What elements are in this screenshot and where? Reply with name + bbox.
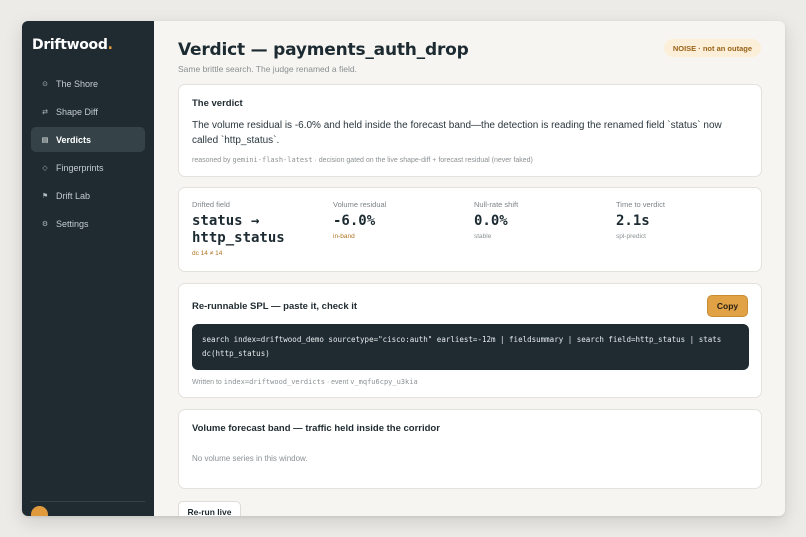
verdict-text: The volume residual is -6.0% and held in… bbox=[192, 120, 722, 146]
event-prefix: · event bbox=[324, 379, 351, 386]
metric-value: 0.0% bbox=[474, 213, 508, 229]
sidebar-nav: ⊙ The Shore ⇄ Shape Diff ▤ Verdicts ◇ Fi… bbox=[31, 71, 145, 239]
metric-drifted-field: Drifted field status → http_status dc 14… bbox=[192, 200, 285, 257]
sidebar: Driftwood. ⊙ The Shore ⇄ Shape Diff ▤ Ve… bbox=[22, 21, 154, 516]
sidebar-item-the-shore[interactable]: ⊙ The Shore bbox=[31, 71, 145, 96]
metric-value: 2.1s bbox=[616, 213, 650, 229]
verdict-meta: reasoned by gemini-flash-latest · decisi… bbox=[192, 156, 533, 164]
brand-dot: . bbox=[107, 37, 113, 53]
brand-logo[interactable]: Driftwood. bbox=[32, 37, 113, 53]
sidebar-item-label: Fingerprints bbox=[56, 162, 104, 173]
sidebar-item-settings[interactable]: ⚙ Settings bbox=[31, 211, 145, 236]
spl-written-meta: Written to index=driftwood_verdicts · ev… bbox=[192, 378, 418, 386]
sidebar-divider bbox=[31, 501, 145, 502]
copy-button[interactable]: Copy bbox=[707, 295, 748, 317]
metric-value: -6.0% bbox=[333, 213, 376, 229]
meta-prefix: reasoned by bbox=[192, 157, 233, 164]
spl-card-title: Re-runnable SPL — paste it, check it bbox=[192, 301, 358, 312]
metric-label: Time to verdict bbox=[616, 200, 665, 209]
empty-state-text: No volume series in this window. bbox=[192, 454, 308, 463]
flag-icon: ⚑ bbox=[41, 192, 49, 200]
metric-value-line: status → bbox=[192, 213, 260, 229]
document-icon: ▤ bbox=[41, 136, 49, 144]
page-subtitle: Same brittle search. The judge renamed a… bbox=[178, 64, 357, 74]
verdict-card: The verdict The volume residual is -6.0%… bbox=[178, 84, 762, 177]
metric-label: Volume residual bbox=[333, 200, 387, 209]
spl-card: Re-runnable SPL — paste it, check it Cop… bbox=[178, 283, 762, 398]
model-name: gemini-flash-latest bbox=[232, 156, 313, 164]
event-id: v_mqfu6cpy_u3kia bbox=[350, 378, 418, 386]
brand-name: Driftwood bbox=[32, 37, 108, 53]
metric-null-rate: Null-rate shift 0.0% stable bbox=[474, 200, 518, 240]
page-title: Verdict — payments_auth_drop bbox=[178, 40, 469, 60]
sidebar-item-label: Verdicts bbox=[56, 134, 92, 145]
avatar[interactable] bbox=[31, 506, 48, 516]
main-content: Verdict — payments_auth_drop Same brittl… bbox=[154, 21, 785, 516]
meta-suffix: · decision gated on the live shape-diff … bbox=[312, 157, 533, 164]
forecast-card-title: Volume forecast band — traffic held insi… bbox=[192, 423, 440, 434]
metric-label: Drifted field bbox=[192, 200, 230, 209]
sidebar-item-fingerprints[interactable]: ◇ Fingerprints bbox=[31, 155, 145, 180]
rerun-live-button[interactable]: Re-run live bbox=[178, 501, 241, 516]
forecast-card: Volume forecast band — traffic held insi… bbox=[178, 409, 762, 489]
metric-note: spl-predict bbox=[616, 233, 646, 240]
gear-icon: ⚙ bbox=[41, 220, 49, 228]
diamond-icon: ◇ bbox=[42, 164, 48, 172]
index-name: index=driftwood_verdicts bbox=[223, 378, 325, 386]
metric-note: in-band bbox=[333, 233, 355, 240]
sidebar-item-label: Drift Lab bbox=[56, 190, 91, 201]
metric-label: Null-rate shift bbox=[474, 200, 519, 209]
spl-code-block[interactable]: search index=driftwood_demo sourcetype="… bbox=[192, 324, 749, 370]
app-window: Driftwood. ⊙ The Shore ⇄ Shape Diff ▤ Ve… bbox=[22, 21, 785, 516]
status-badge: NOISE · not an outage bbox=[663, 39, 761, 57]
target-icon: ⊙ bbox=[42, 80, 48, 88]
metric-detail: dc 14 ≠ 14 bbox=[192, 250, 223, 257]
sidebar-item-label: Settings bbox=[56, 218, 89, 229]
meta-prefix: Written to bbox=[192, 379, 224, 386]
sidebar-item-label: Shape Diff bbox=[56, 106, 98, 117]
sidebar-item-drift-lab[interactable]: ⚑ Drift Lab bbox=[31, 183, 145, 208]
swap-arrows-icon: ⇄ bbox=[42, 108, 48, 116]
sidebar-item-label: The Shore bbox=[56, 78, 99, 89]
metric-volume-residual: Volume residual -6.0% in-band bbox=[333, 200, 386, 240]
metric-time-to-verdict: Time to verdict 2.1s spl-predict bbox=[616, 200, 665, 240]
verdict-card-title: The verdict bbox=[192, 98, 243, 109]
sidebar-item-verdicts[interactable]: ▤ Verdicts bbox=[31, 127, 145, 152]
metric-note: stable bbox=[474, 233, 492, 240]
metric-value: status → http_status bbox=[192, 213, 285, 247]
metrics-card: Drifted field status → http_status dc 14… bbox=[178, 187, 762, 272]
sidebar-item-shape-diff[interactable]: ⇄ Shape Diff bbox=[31, 99, 145, 124]
metric-value-line: http_status bbox=[192, 230, 285, 246]
